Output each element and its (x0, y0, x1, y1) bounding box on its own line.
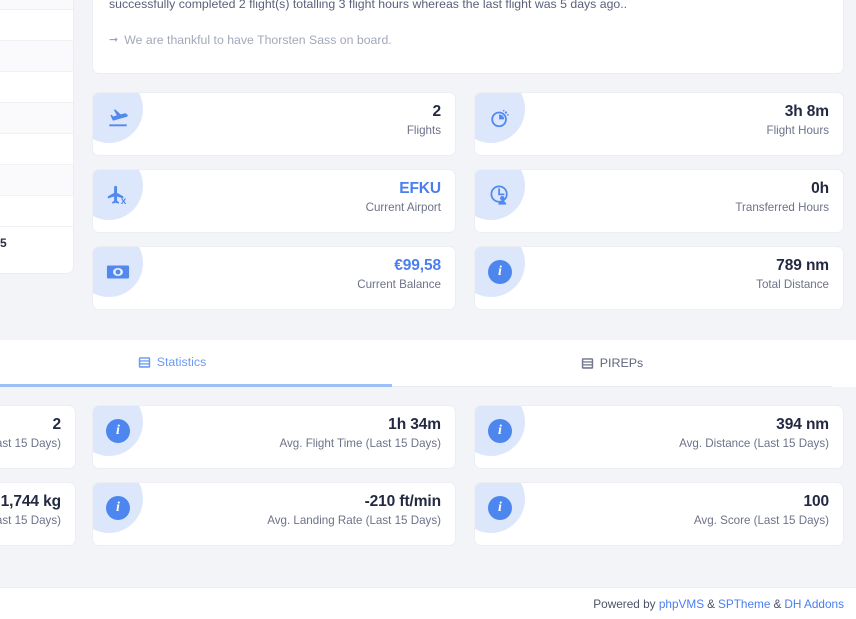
stat-value: 1,744 kg (0, 493, 61, 510)
table-row[interactable] (0, 134, 73, 165)
stat-value: 1h 34m (388, 416, 441, 433)
stat-label: Avg. Distance (Last 15 Days) (679, 437, 829, 450)
stat-card-avg-score[interactable]: i 100 Avg. Score (Last 15 Days) (474, 482, 844, 546)
stat-label: Current Balance (357, 278, 441, 291)
footer-link-sptheme[interactable]: SPTheme (718, 597, 770, 611)
stat-label: Avg. Score (Last 15 Days) (693, 514, 829, 527)
stat-card-current-airport[interactable]: x EFKU Current Airport (92, 169, 456, 233)
footer-amp-2: & (773, 596, 782, 611)
page-footer: Powered by phpVMS & SPTheme & DH Addons (0, 587, 856, 619)
clock-user-icon (475, 170, 525, 220)
table-row[interactable] (0, 41, 73, 72)
info-circle-icon: i (93, 406, 143, 456)
stat-values: 1h 34m Avg. Flight Time (Last 15 Days) (279, 415, 441, 451)
stat-label: Transferred Hours (735, 201, 829, 214)
stat-card-total-distance[interactable]: i 789 nm Total Distance (474, 246, 844, 310)
stat-card-current-balance[interactable]: €99,58 Current Balance (92, 246, 456, 310)
table-row[interactable] (0, 72, 73, 103)
pilot-thanks-row: ➞ We are thankful to have Thorsten Sass … (109, 33, 827, 47)
pilot-thanks-text: We are thankful to have Thorsten Sass on… (124, 33, 392, 47)
stat-value[interactable]: EFKU (366, 179, 441, 198)
table-row[interactable] (0, 165, 73, 196)
footer-powered-by-text: Powered by (593, 596, 656, 611)
stat-card-clipped-flights-15d[interactable]: 2 Last 15 Days) (0, 405, 76, 469)
tab-statistics[interactable]: Statistics (0, 340, 392, 387)
stat-value: 789 nm (776, 257, 829, 274)
stat-card-transferred-hours[interactable]: 0h Transferred Hours (474, 169, 844, 233)
stat-value: 3h 8m (784, 103, 829, 120)
stat-card-avg-flight-time[interactable]: i 1h 34m Avg. Flight Time (Last 15 Days) (92, 405, 456, 469)
stat-value: 394 nm (776, 416, 829, 433)
table-row[interactable] (0, 0, 73, 10)
stat-values: EFKU Current Airport (366, 179, 441, 215)
pilot-profile-page: 5 now at Kuopio Airport. Thorsten Sass w… (0, 0, 856, 619)
tabs-list: Statistics PIREPs (0, 340, 832, 387)
list-icon (138, 356, 151, 369)
tabs-band: Statistics PIREPs (0, 340, 856, 387)
stat-label: Last 15 Days) (0, 437, 61, 450)
list-icon (581, 357, 594, 370)
stopwatch-icon (475, 93, 525, 143)
stat-card-clipped-fuel-15d[interactable]: 1,744 kg Last 15 Days) (0, 482, 76, 546)
pilot-bio-text: now at Kuopio Airport. Thorsten Sass was… (109, 0, 628, 11)
stat-card-flights[interactable]: 2 Flights (92, 92, 456, 156)
info-circle-icon: i (475, 483, 525, 533)
stat-values: 0h Transferred Hours (735, 179, 829, 215)
tab-pireps[interactable]: PIREPs (392, 340, 832, 387)
arrow-right-icon: ➞ (109, 33, 119, 46)
stat-label: Total Distance (756, 278, 829, 291)
info-circle-icon: i (475, 247, 525, 297)
stat-value: 2 (52, 416, 61, 433)
stat-values: 394 nm Avg. Distance (Last 15 Days) (679, 415, 829, 451)
table-row[interactable] (0, 103, 73, 134)
stat-label: Current Airport (365, 201, 441, 214)
stat-values: €99,58 Current Balance (357, 256, 441, 292)
stat-card-flight-hours[interactable]: 3h 8m Flight Hours (474, 92, 844, 156)
footer-amp-1: & (707, 596, 715, 611)
stat-values: 3h 8m Flight Hours (767, 102, 830, 138)
stat-card-avg-distance[interactable]: i 394 nm Avg. Distance (Last 15 Days) (474, 405, 844, 469)
left-table-value-fragment: 5 (0, 236, 7, 250)
stat-values: 789 nm Total Distance (756, 256, 829, 292)
info-circle-icon: i (93, 483, 143, 533)
stat-card-avg-landing-rate[interactable]: i -210 ft/min Avg. Landing Rate (Last 15… (92, 482, 456, 546)
footer-link-dh-addons[interactable]: DH Addons (784, 597, 844, 611)
stat-values: 1,744 kg Last 15 Days) (0, 492, 61, 528)
stat-label: Flight Hours (766, 124, 830, 137)
table-row[interactable] (0, 196, 73, 227)
statistics-panel: 2 Last 15 Days) i 1h 34m Avg. Flight Tim… (0, 387, 856, 587)
stat-label: Flights (406, 124, 441, 137)
info-circle-icon: i (475, 406, 525, 456)
pilot-bio-card: now at Kuopio Airport. Thorsten Sass was… (92, 0, 844, 74)
stat-value[interactable]: €99,58 (357, 256, 441, 275)
stat-label: Last 15 Days) (0, 514, 61, 527)
footer-link-phpvms[interactable]: phpVMS (659, 597, 704, 611)
stat-value: 100 (803, 493, 829, 510)
tab-label: Statistics (156, 355, 207, 369)
stat-values: 2 Flights (407, 102, 441, 138)
stat-value: -210 ft/min (364, 493, 442, 510)
stat-values: -210 ft/min Avg. Landing Rate (Last 15 D… (267, 492, 441, 528)
stat-values: 2 Last 15 Days) (0, 415, 61, 451)
stat-label: Avg. Landing Rate (Last 15 Days) (267, 514, 441, 527)
svg-text:x: x (121, 196, 127, 206)
table-row[interactable] (0, 10, 73, 41)
stat-label: Avg. Flight Time (Last 15 Days) (279, 437, 441, 450)
left-clipped-table (0, 0, 74, 274)
stat-values: 100 Avg. Score (Last 15 Days) (694, 492, 829, 528)
stat-value: 2 (432, 103, 441, 120)
plane-slash-icon: x (93, 170, 143, 220)
tab-label: PIREPs (599, 356, 644, 370)
stat-value: 0h (811, 180, 829, 197)
money-bill-icon (93, 247, 143, 297)
plane-departure-icon (93, 93, 143, 143)
